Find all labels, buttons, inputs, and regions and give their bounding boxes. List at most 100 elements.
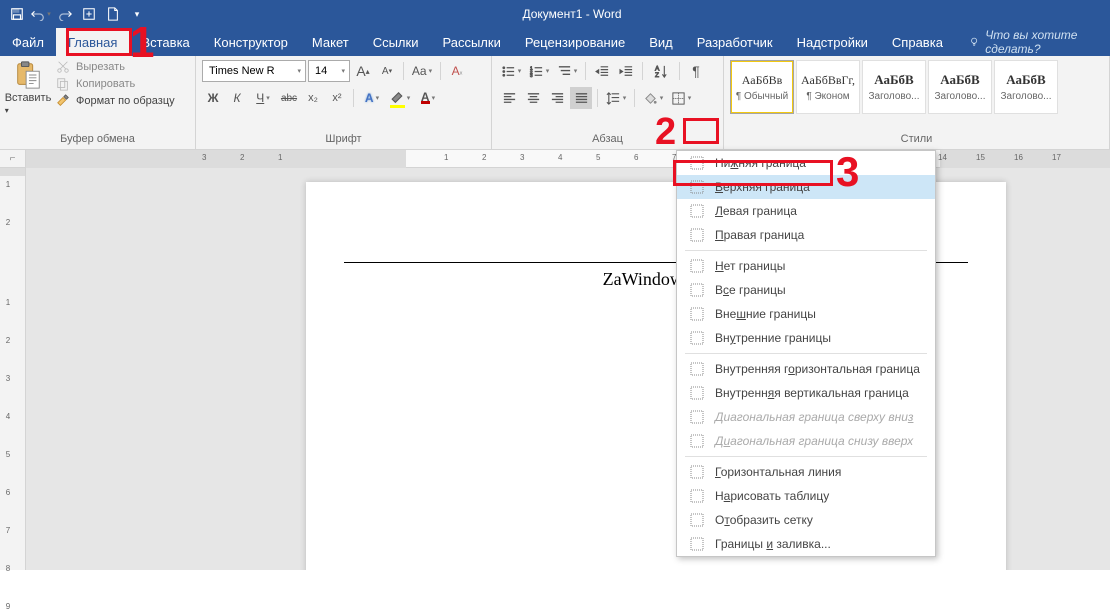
lightbulb-icon — [969, 35, 979, 49]
tab-design[interactable]: Конструктор — [202, 28, 300, 56]
svg-text:Z: Z — [654, 72, 658, 79]
redo-icon[interactable] — [54, 3, 76, 25]
borders-menu-item[interactable]: Внутренняя горизонтальная граница — [677, 357, 935, 381]
tab-developer[interactable]: Разработчик — [685, 28, 785, 56]
align-left-button[interactable] — [498, 87, 520, 109]
shrink-font-button[interactable]: A▾ — [376, 60, 398, 82]
show-marks-button[interactable]: ¶ — [685, 60, 707, 82]
font-name-combo[interactable]: Times New R▾ — [202, 60, 306, 82]
undo-icon[interactable]: ▾ — [30, 3, 52, 25]
multilevel-icon — [557, 64, 572, 79]
tab-review[interactable]: Рецензирование — [513, 28, 637, 56]
sort-button[interactable]: AZ — [648, 60, 674, 82]
touch-mode-icon[interactable] — [78, 3, 100, 25]
tell-me-search[interactable]: Что вы хотите сделать? — [955, 28, 1110, 56]
shading-button[interactable]: ▾ — [640, 87, 666, 109]
title-bar: ▾ ▾ Документ1 - Word — [0, 0, 1110, 28]
tab-selector[interactable]: ⌐ — [0, 150, 26, 168]
line-spacing-icon — [606, 91, 621, 106]
borders-menu-item: Диагональная граница снизу вверх — [677, 429, 935, 453]
group-styles: АаБбВв¶ Обычный АаБбВвГг,¶ Эконом АаБбВЗ… — [724, 56, 1110, 149]
tab-help[interactable]: Справка — [880, 28, 955, 56]
borders-menu-item[interactable]: Левая граница — [677, 199, 935, 223]
qat-customize-icon[interactable]: ▾ — [126, 3, 148, 25]
cut-button[interactable]: Вырезать — [56, 60, 175, 74]
underline-button[interactable]: Ч▾ — [250, 87, 276, 109]
text-effects-button[interactable]: A▾ — [359, 87, 385, 109]
tab-view[interactable]: Вид — [637, 28, 685, 56]
new-doc-icon[interactable] — [102, 3, 124, 25]
tell-me-label: Что вы хотите сделать? — [985, 28, 1096, 56]
align-center-icon — [526, 91, 541, 106]
paste-button[interactable]: Вставить▾ — [6, 60, 50, 116]
tab-insert[interactable]: Вставка — [129, 28, 201, 56]
sort-icon: AZ — [654, 64, 669, 79]
highlight-button[interactable]: ▾ — [387, 87, 413, 109]
align-right-button[interactable] — [546, 87, 568, 109]
align-center-button[interactable] — [522, 87, 544, 109]
window-title: Документ1 - Word — [154, 7, 1110, 21]
borders-menu-item[interactable]: Внутренние границы — [677, 326, 935, 350]
document-canvas[interactable]: ZaWindows.ru — [26, 168, 1110, 570]
borders-menu-item[interactable]: Горизонтальная линия — [677, 460, 935, 484]
subscript-button[interactable]: x₂ — [302, 87, 324, 109]
bullets-icon — [501, 64, 516, 79]
tab-mailings[interactable]: Рассылки — [430, 28, 512, 56]
increase-indent-button[interactable] — [615, 60, 637, 82]
borders-menu-item[interactable]: Внутренняя вертикальная граница — [677, 381, 935, 405]
indent-icon — [619, 64, 634, 79]
superscript-button[interactable]: x² — [326, 87, 348, 109]
scissors-icon — [56, 60, 70, 74]
borders-button[interactable]: ▾ — [668, 87, 694, 109]
borders-dropdown: Нижняя границаВерхняя границаЛевая грани… — [676, 150, 936, 557]
bullets-button[interactable]: ▾ — [498, 60, 524, 82]
paste-label: Вставить — [5, 92, 52, 104]
line-spacing-button[interactable]: ▾ — [603, 87, 629, 109]
clear-formatting-button[interactable]: Aₓ — [446, 60, 468, 82]
numbering-button[interactable]: 123▾ — [526, 60, 552, 82]
change-case-button[interactable]: Aa▾ — [409, 60, 435, 82]
bold-button[interactable]: Ж — [202, 87, 224, 109]
style-heading-1[interactable]: АаБбВЗаголово... — [862, 60, 926, 114]
style-heading-2[interactable]: АаБбВЗаголово... — [928, 60, 992, 114]
style-heading-3[interactable]: АаБбВЗаголово... — [994, 60, 1058, 114]
borders-menu-item[interactable]: Отобразить сетку — [677, 508, 935, 532]
font-size-combo[interactable]: 14▾ — [308, 60, 350, 82]
group-font: Times New R▾ 14▾ A▴ A▾ Aa▾ Aₓ Ж К Ч▾ abc… — [196, 56, 492, 149]
borders-menu-item[interactable]: Границы и заливка... — [677, 532, 935, 556]
borders-menu-item[interactable]: Нет границы — [677, 254, 935, 278]
workspace: ⌐ 21123456789 32112345678910111213141516… — [0, 150, 1110, 570]
borders-menu-item[interactable]: Внешние границы — [677, 302, 935, 326]
justify-button[interactable] — [570, 87, 592, 109]
style-normal[interactable]: АаБбВв¶ Обычный — [730, 60, 794, 114]
borders-menu-item[interactable]: Все границы — [677, 278, 935, 302]
align-right-icon — [550, 91, 565, 106]
group-label-clipboard: Буфер обмена — [6, 132, 189, 147]
save-icon[interactable] — [6, 3, 28, 25]
format-painter-button[interactable]: Формат по образцу — [56, 94, 175, 108]
vertical-ruler[interactable]: 21123456789 — [0, 150, 26, 570]
tab-file[interactable]: Файл — [0, 28, 56, 56]
copy-button[interactable]: Копировать — [56, 77, 175, 91]
strikethrough-button[interactable]: abc — [278, 87, 300, 109]
outdent-icon — [595, 64, 610, 79]
horizontal-ruler[interactable]: 3211234567891011121314151617 — [26, 150, 1110, 168]
multilevel-button[interactable]: ▾ — [554, 60, 580, 82]
italic-button[interactable]: К — [226, 87, 248, 109]
borders-menu-item[interactable]: Нижняя граница — [677, 151, 935, 175]
borders-menu-item[interactable]: Правая граница — [677, 223, 935, 247]
borders-menu-item[interactable]: Нарисовать таблицу — [677, 484, 935, 508]
paste-icon — [13, 60, 43, 90]
borders-menu-item: Диагональная граница сверху вниз — [677, 405, 935, 429]
quick-access-toolbar: ▾ ▾ — [0, 3, 154, 25]
style-econom[interactable]: АаБбВвГг,¶ Эконом — [796, 60, 860, 114]
tab-layout[interactable]: Макет — [300, 28, 361, 56]
tab-home[interactable]: Главная — [56, 28, 129, 56]
borders-menu-item[interactable]: Верхняя граница — [677, 175, 935, 199]
group-paragraph: ▾ 123▾ ▾ AZ ¶ ▾ ▾ ▾ — [492, 56, 724, 149]
tab-references[interactable]: Ссылки — [361, 28, 431, 56]
decrease-indent-button[interactable] — [591, 60, 613, 82]
grow-font-button[interactable]: A▴ — [352, 60, 374, 82]
tab-addins[interactable]: Надстройки — [785, 28, 880, 56]
font-color-button[interactable]: A▾ — [415, 87, 441, 109]
